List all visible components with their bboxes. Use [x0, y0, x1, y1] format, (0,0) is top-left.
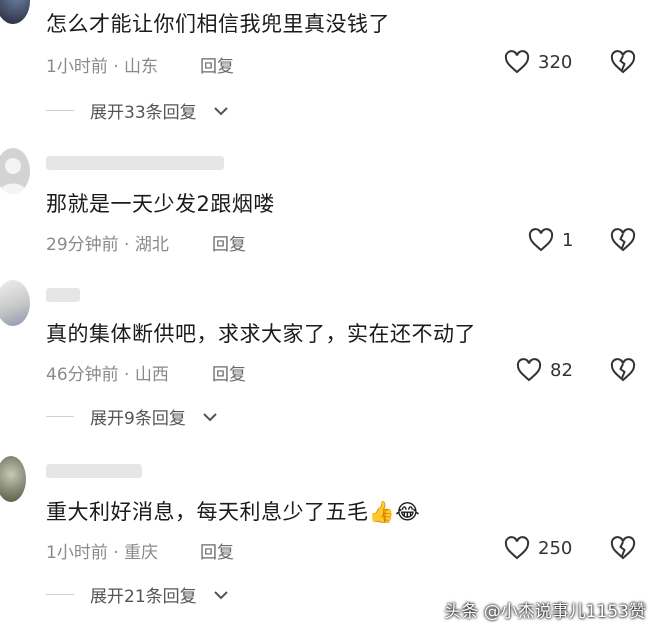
like-button[interactable]: 250 — [504, 536, 572, 560]
comment-time: 46分钟前 — [46, 365, 119, 385]
expand-label: 展开9条回复 — [90, 409, 186, 429]
username — [46, 156, 224, 170]
heart-outline-icon — [516, 358, 542, 382]
username — [46, 464, 142, 478]
like-count: 1 — [562, 229, 574, 251]
broken-heart-icon — [610, 536, 636, 560]
like-button[interactable]: 320 — [504, 50, 572, 74]
comment-meta: 1小时前 · 重庆 — [46, 538, 158, 563]
avatar[interactable] — [0, 0, 30, 24]
dislike-button[interactable] — [610, 228, 636, 252]
expand-line — [46, 594, 74, 595]
comment-time: 1小时前 — [46, 543, 108, 563]
comment-text: 怎么才能让你们相信我兜里真没钱了 — [46, 12, 390, 36]
expand-replies-button[interactable]: 展开9条回复 — [46, 404, 218, 429]
expand-label: 展开21条回复 — [90, 587, 197, 607]
meta-separator: · — [113, 57, 119, 77]
broken-heart-icon — [610, 358, 636, 382]
reply-button[interactable]: 回复 — [200, 52, 234, 77]
comment-text: 真的集体断供吧，求求大家了，实在还不动了 — [46, 322, 476, 346]
heart-outline-icon — [504, 536, 530, 560]
like-button[interactable]: 82 — [516, 358, 573, 382]
expand-replies-button[interactable]: 展开33条回复 — [46, 98, 229, 123]
like-count: 82 — [550, 359, 573, 381]
like-count: 320 — [538, 51, 573, 73]
comment-location: 山西 — [134, 365, 169, 385]
expand-replies-button[interactable]: 展开21条回复 — [46, 582, 229, 607]
reply-button[interactable]: 回复 — [212, 360, 246, 385]
comment-location: 重庆 — [124, 543, 159, 563]
broken-heart-icon — [610, 50, 636, 74]
comment-meta: 46分钟前 · 山西 — [46, 360, 169, 385]
chevron-down-icon — [213, 105, 229, 117]
avatar[interactable] — [0, 456, 26, 502]
comment-meta: 29分钟前 · 湖北 — [46, 230, 169, 255]
username — [46, 288, 80, 302]
reply-button[interactable]: 回复 — [212, 230, 246, 255]
dislike-button[interactable] — [610, 358, 636, 382]
reply-button[interactable]: 回复 — [200, 538, 234, 563]
watermark: 头条 @小杰说事儿1153赞 — [444, 602, 646, 622]
like-button[interactable]: 1 — [528, 228, 573, 252]
expand-line — [46, 110, 74, 111]
expand-line — [46, 416, 74, 417]
dislike-button[interactable] — [610, 50, 636, 74]
heart-outline-icon — [528, 228, 554, 252]
comment-location: 湖北 — [134, 235, 169, 255]
comment-text: 那就是一天少发2跟烟喽 — [46, 192, 275, 216]
expand-label: 展开33条回复 — [90, 103, 197, 123]
heart-outline-icon — [504, 50, 530, 74]
comment-meta: 1小时前 · 山东 — [46, 52, 158, 77]
like-count: 250 — [538, 537, 573, 559]
meta-separator: · — [124, 235, 130, 255]
avatar[interactable] — [0, 280, 30, 326]
comment-location: 山东 — [124, 57, 159, 77]
broken-heart-icon — [610, 228, 636, 252]
comment-time: 1小时前 — [46, 57, 108, 77]
chevron-down-icon — [213, 589, 229, 601]
meta-separator: · — [124, 365, 130, 385]
dislike-button[interactable] — [610, 536, 636, 560]
avatar[interactable] — [0, 148, 30, 194]
comment-time: 29分钟前 — [46, 235, 119, 255]
chevron-down-icon — [202, 411, 218, 423]
comment-text: 重大利好消息，每天利息少了五毛👍😂 — [46, 500, 421, 524]
meta-separator: · — [113, 543, 119, 563]
